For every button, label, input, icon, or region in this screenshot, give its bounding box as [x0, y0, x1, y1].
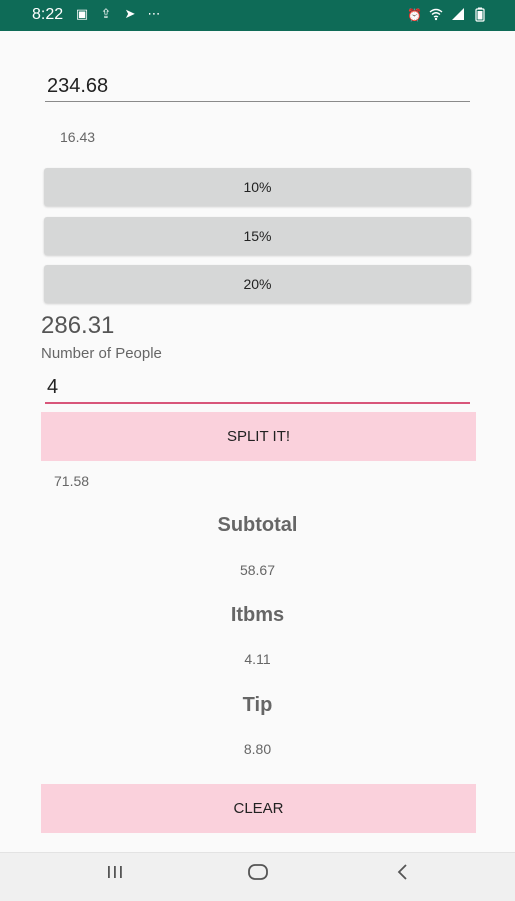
- tip-value: 8.80: [243, 741, 272, 757]
- battery-icon: [473, 7, 487, 23]
- status-time: 8:22: [32, 6, 64, 23]
- people-label: Number of People: [41, 345, 162, 362]
- back-icon[interactable]: [388, 863, 418, 887]
- wifi-icon: [429, 7, 443, 23]
- status-bar: 8:22 ▣ ⇪ ➤ ⋯ ⏰: [0, 0, 515, 31]
- navigation-bar: [0, 852, 515, 901]
- clear-button[interactable]: CLEAR: [41, 784, 476, 833]
- subtotal-heading: Subtotal: [217, 514, 298, 536]
- people-count-input[interactable]: [45, 373, 470, 404]
- image-icon: ▣: [75, 6, 89, 21]
- tip-amount-text: 16.43: [60, 129, 96, 145]
- tip-15-button[interactable]: 15%: [44, 217, 471, 255]
- upload-icon: ⇪: [100, 6, 112, 21]
- tip-10-button[interactable]: 10%: [44, 168, 471, 206]
- signal-icon: [451, 7, 465, 23]
- subtotal-value: 58.67: [239, 562, 276, 578]
- notification-icons: ▣ ⇪ ➤ ⋯: [75, 6, 161, 22]
- split-button[interactable]: SPLIT IT!: [41, 412, 476, 461]
- tip-heading: Tip: [242, 694, 273, 716]
- itbms-value: 4.11: [244, 651, 271, 667]
- home-icon[interactable]: [243, 863, 273, 887]
- recents-icon[interactable]: [100, 863, 130, 886]
- alarm-icon: ⏰: [407, 8, 422, 22]
- more-icon: ⋯: [147, 6, 161, 21]
- system-icons: ⏰: [407, 7, 487, 23]
- per-person-amount: 71.58: [54, 473, 90, 489]
- send-icon: ➤: [124, 6, 136, 21]
- itbms-heading: Itbms: [230, 604, 285, 626]
- tip-20-button[interactable]: 20%: [44, 265, 471, 303]
- bill-amount-input[interactable]: [45, 72, 470, 102]
- total-amount: 286.31: [41, 312, 115, 339]
